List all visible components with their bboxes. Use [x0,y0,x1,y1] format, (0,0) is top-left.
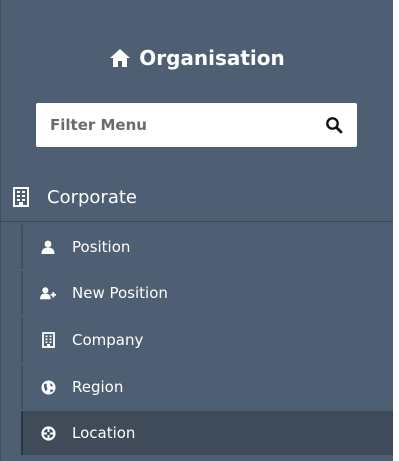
user-icon [40,240,56,254]
sidebar-section-label: Corporate [47,186,137,208]
sidebar-item-label: Company [72,331,144,349]
sidebar-title: Organisation [139,46,285,70]
sidebar-item-label: New Position [72,284,168,302]
search-icon[interactable] [325,116,343,134]
building-icon [13,187,29,207]
sidebar-section-corporate[interactable]: Corporate [1,173,393,222]
sidebar-item-label: Region [72,378,124,396]
building-icon [40,332,56,348]
sidebar-header[interactable]: Organisation [1,40,393,76]
sidebar-item-company[interactable]: Company [21,318,393,362]
globe-icon [40,380,56,395]
sidebar-item-label: Position [72,238,131,256]
home-icon [109,48,131,68]
filter-menu-input[interactable] [50,116,325,134]
sidebar-item-location[interactable]: Location [21,411,393,455]
filter-menu-box [36,103,357,147]
crosshair-icon [40,425,56,441]
sidebar: Organisation Corporate [0,0,393,461]
user-add-icon [40,286,56,300]
sidebar-item-new-position[interactable]: New Position [21,271,393,315]
sidebar-item-region[interactable]: Region [21,365,393,409]
sidebar-item-label: Location [72,424,136,442]
sidebar-item-position[interactable]: Position [21,225,393,269]
